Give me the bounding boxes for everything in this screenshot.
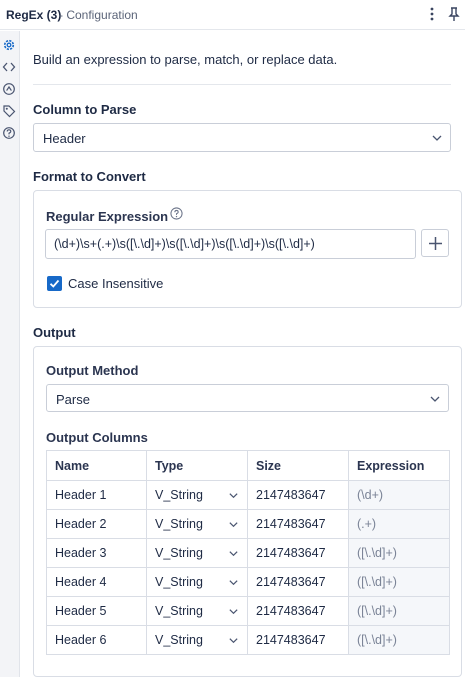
row-name-cell[interactable]: Header 6 xyxy=(46,625,147,655)
row-expression-cell: ([\.\d]+) xyxy=(348,625,450,655)
format-to-convert-label: Format to Convert xyxy=(33,169,146,184)
row-size-cell[interactable]: 2147483647 xyxy=(247,509,349,539)
row-type-select[interactable]: V_String xyxy=(146,596,248,626)
column-header-expression: Expression xyxy=(348,450,450,481)
row-type-select[interactable]: V_String xyxy=(146,509,248,539)
row-size-cell[interactable]: 2147483647 xyxy=(247,567,349,597)
row-size-cell[interactable]: 2147483647 xyxy=(247,625,349,655)
row-name-cell[interactable]: Header 5 xyxy=(46,596,147,626)
row-type-value: V_String xyxy=(155,575,203,589)
table-row: Header 6 V_String 2147483647 ([\.\d]+) xyxy=(46,625,450,655)
row-expression-cell: ([\.\d]+) xyxy=(348,567,450,597)
output-label: Output xyxy=(33,325,76,340)
row-name-cell[interactable]: Header 4 xyxy=(46,567,147,597)
window-title: RegEx (3) xyxy=(6,8,62,22)
add-token-button[interactable] xyxy=(421,229,449,257)
table-row: Header 3 V_String 2147483647 ([\.\d]+) xyxy=(46,538,450,568)
row-expression-cell: ([\.\d]+) xyxy=(348,596,450,626)
column-header-name: Name xyxy=(46,450,147,481)
output-method-value: Parse xyxy=(56,392,90,407)
question-help-icon[interactable] xyxy=(170,207,183,220)
output-method-select[interactable]: Parse xyxy=(46,384,449,412)
row-type-value: V_String xyxy=(155,488,203,502)
pin-icon[interactable] xyxy=(447,6,461,22)
row-type-value: V_String xyxy=(155,633,203,647)
more-options-icon[interactable] xyxy=(426,6,438,22)
row-type-select[interactable]: V_String xyxy=(146,480,248,510)
table-row: Header 5 V_String 2147483647 ([\.\d]+) xyxy=(46,596,450,626)
case-insensitive-label: Case Insensitive xyxy=(68,276,164,291)
chevron-down-icon xyxy=(430,396,440,402)
window-subtitle: - Configuration xyxy=(59,8,138,22)
column-header-type: Type xyxy=(146,450,248,481)
table-row: Header 4 V_String 2147483647 ([\.\d]+) xyxy=(46,567,450,597)
plus-icon xyxy=(429,237,442,250)
row-expression-cell: (\d+) xyxy=(348,480,450,510)
row-name-cell[interactable]: Header 3 xyxy=(46,538,147,568)
regular-expression-label: Regular Expression xyxy=(46,209,169,224)
code-icon[interactable] xyxy=(2,60,16,74)
chevron-down-icon xyxy=(229,609,238,615)
title-bar: RegEx (3) - Configuration xyxy=(0,0,465,30)
table-row: Header 2 V_String 2147483647 (.+) xyxy=(46,509,450,539)
row-type-select[interactable]: V_String xyxy=(146,538,248,568)
column-to-parse-value: Header xyxy=(43,131,86,146)
case-insensitive-checkbox[interactable] xyxy=(47,276,62,291)
row-type-value: V_String xyxy=(155,546,203,560)
tool-info-icon[interactable] xyxy=(2,82,16,96)
tag-icon[interactable] xyxy=(2,104,16,118)
row-type-select[interactable]: V_String xyxy=(146,625,248,655)
row-type-value: V_String xyxy=(155,517,203,531)
table-body: Header 1 V_String 2147483647 (\d+) Header 2V… xyxy=(46,480,450,655)
output-columns-label: Output Columns xyxy=(46,430,148,445)
row-expression-cell: ([\.\d]+) xyxy=(348,538,450,568)
row-type-select[interactable]: V_String xyxy=(146,567,248,597)
chevron-down-icon xyxy=(229,522,238,528)
chevron-down-icon xyxy=(432,135,442,141)
row-size-cell[interactable]: 2147483647 xyxy=(247,538,349,568)
table-header-row: Name Type Size Expression xyxy=(46,450,450,481)
row-name-cell[interactable]: Header 2 xyxy=(46,509,147,539)
output-method-label: Output Method xyxy=(46,363,139,378)
checkmark-icon xyxy=(49,279,60,288)
chevron-down-icon xyxy=(229,551,238,557)
chevron-down-icon xyxy=(229,580,238,586)
configuration-icon-bar xyxy=(0,31,20,677)
row-type-value: V_String xyxy=(155,604,203,618)
regex-input-value: (\d+)\s+(.+)\s([\.\d]+)\s([\.\d]+)\s([\.… xyxy=(54,237,315,251)
chevron-down-icon xyxy=(229,638,238,644)
row-name-cell[interactable]: Header 1 xyxy=(46,480,147,510)
output-columns-table: Name Type Size Expression Header 1 V_Stri… xyxy=(46,450,450,655)
gear-icon[interactable] xyxy=(2,38,16,52)
divider xyxy=(33,84,451,85)
chevron-down-icon xyxy=(229,493,238,499)
row-expression-cell: (.+) xyxy=(348,509,450,539)
table-row: Header 1 V_String 2147483647 (\d+) xyxy=(46,480,450,510)
column-to-parse-label: Column to Parse xyxy=(33,102,137,117)
intro-text: Build an expression to parse, match, or … xyxy=(33,52,338,67)
row-size-cell[interactable]: 2147483647 xyxy=(247,480,349,510)
help-icon[interactable] xyxy=(2,126,16,140)
column-to-parse-select[interactable]: Header xyxy=(33,123,451,152)
configuration-content: Build an expression to parse, match, or … xyxy=(21,31,465,677)
regex-input[interactable]: (\d+)\s+(.+)\s([\.\d]+)\s([\.\d]+)\s([\.… xyxy=(45,229,416,259)
column-header-size: Size xyxy=(247,450,349,481)
row-size-cell[interactable]: 2147483647 xyxy=(247,596,349,626)
